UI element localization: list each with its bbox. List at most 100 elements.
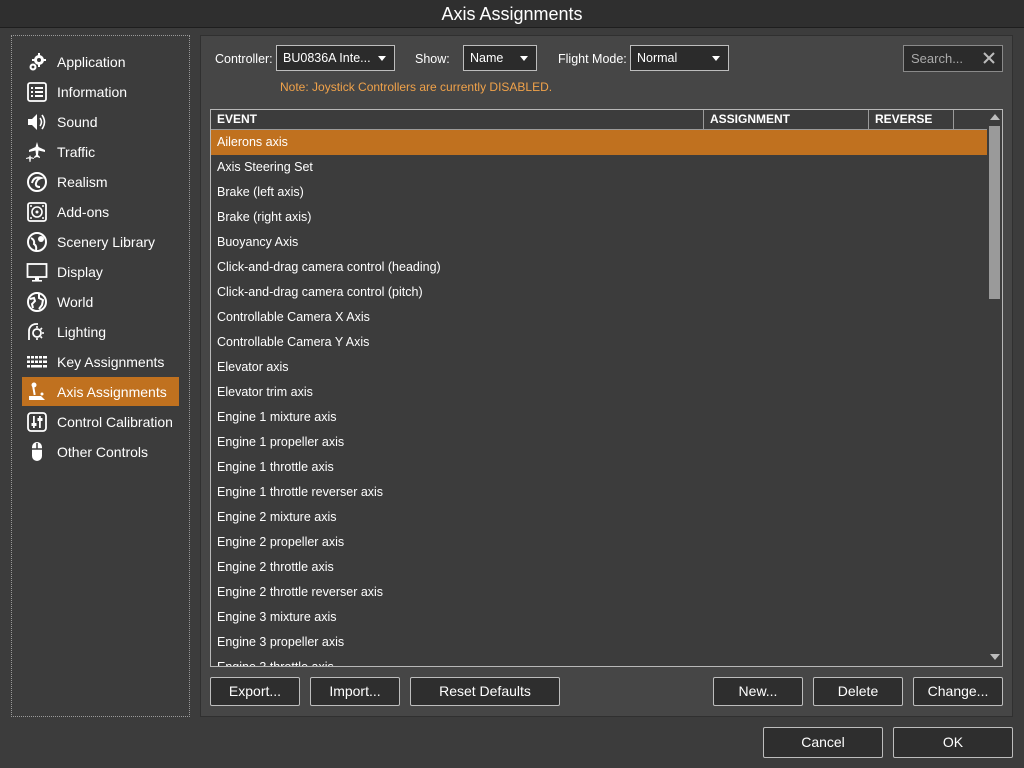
column-header-reverse[interactable]: REVERSE: [869, 110, 954, 129]
table-header: EVENT ASSIGNMENT REVERSE: [211, 110, 988, 130]
chevron-down-icon: [378, 56, 386, 61]
search-input[interactable]: [911, 51, 977, 66]
table-row[interactable]: Axis Steering Set: [211, 155, 988, 180]
flight-mode-dropdown[interactable]: Normal: [630, 45, 729, 71]
table-row[interactable]: Elevator axis: [211, 355, 988, 380]
sidebar-item-other-controls[interactable]: Other Controls: [22, 437, 179, 466]
airplanes-icon: [26, 141, 48, 163]
export-button[interactable]: Export...: [210, 677, 300, 706]
sidebar-item-label: Axis Assignments: [57, 383, 167, 400]
table-row[interactable]: Controllable Camera Y Axis: [211, 330, 988, 355]
chevron-down-icon: [520, 56, 528, 61]
table-row[interactable]: Brake (left axis): [211, 180, 988, 205]
info-list-icon: [26, 81, 48, 103]
speaker-icon: [26, 111, 48, 133]
controller-label: Controller:: [215, 52, 273, 66]
realism-icon: [26, 171, 48, 193]
table-row[interactable]: Elevator trim axis: [211, 380, 988, 405]
ok-button[interactable]: OK: [893, 727, 1013, 758]
sidebar-item-control-calibration[interactable]: Control Calibration: [22, 407, 179, 436]
table-row[interactable]: Ailerons axis: [211, 130, 988, 155]
table-row[interactable]: Click-and-drag camera control (heading): [211, 255, 988, 280]
sidebar-item-display[interactable]: Display: [22, 257, 179, 286]
import-button[interactable]: Import...: [310, 677, 400, 706]
table-row[interactable]: Engine 3 mixture axis: [211, 605, 988, 630]
sidebar-item-axis-assignments[interactable]: Axis Assignments: [22, 377, 179, 406]
sidebar-item-label: Lighting: [57, 323, 107, 340]
joystick-icon: [26, 381, 48, 403]
calibration-icon: [26, 411, 48, 433]
sidebar-item-label: Control Calibration: [57, 413, 173, 430]
show-value: Name: [470, 51, 504, 65]
sidebar-item-label: Scenery Library: [57, 233, 156, 250]
show-dropdown[interactable]: Name: [463, 45, 537, 71]
sidebar-item-label: Application: [57, 53, 126, 70]
sidebar-item-label: Traffic: [57, 143, 96, 160]
sidebar-item-label: Add-ons: [57, 203, 110, 220]
controller-dropdown[interactable]: BU0836A Inte...: [276, 45, 395, 71]
table-row[interactable]: Engine 2 propeller axis: [211, 530, 988, 555]
gear-icon: [26, 51, 48, 73]
sidebar-item-scenery-library[interactable]: Scenery Library: [22, 227, 179, 256]
window-title: Axis Assignments: [0, 0, 1024, 28]
sidebar-item-label: Display: [57, 263, 103, 280]
sidebar-item-key-assignments[interactable]: Key Assignments: [22, 347, 179, 376]
sidebar-item-label: Other Controls: [57, 443, 149, 460]
monitor-icon: [26, 261, 48, 283]
table-row[interactable]: Buoyancy Axis: [211, 230, 988, 255]
sidebar-item-world[interactable]: World: [22, 287, 179, 316]
sidebar-item-lighting[interactable]: Lighting: [22, 317, 179, 346]
sidebar-item-label: Sound: [57, 113, 98, 130]
column-header-assignment[interactable]: ASSIGNMENT: [704, 110, 869, 129]
table-rows: Ailerons axis Axis Steering Set Brake (lef…: [211, 130, 988, 666]
sidebar-item-label: Key Assignments: [57, 353, 165, 370]
table-row[interactable]: Engine 2 throttle reverser axis: [211, 580, 988, 605]
table-row[interactable]: Engine 3 throttle axis: [211, 655, 988, 666]
keyboard-icon: [26, 351, 48, 373]
column-header-event[interactable]: EVENT: [211, 110, 704, 129]
joystick-disabled-note: Note: Joystick Controllers are currently…: [280, 80, 553, 94]
sidebar-item-sound[interactable]: Sound: [22, 107, 179, 136]
cancel-button[interactable]: Cancel: [763, 727, 883, 758]
table-row[interactable]: Brake (right axis): [211, 205, 988, 230]
table-row[interactable]: Engine 1 propeller axis: [211, 430, 988, 455]
sidebar-item-label: Realism: [57, 173, 108, 190]
sidebar-item-realism[interactable]: Realism: [22, 167, 179, 196]
clear-search-button[interactable]: [980, 48, 998, 68]
reset-defaults-button[interactable]: Reset Defaults: [410, 677, 560, 706]
controller-value: BU0836A Inte...: [283, 51, 371, 65]
table-row[interactable]: Click-and-drag camera control (pitch): [211, 280, 988, 305]
sidebar-item-label: World: [57, 293, 94, 310]
delete-button[interactable]: Delete: [813, 677, 903, 706]
lighting-icon: [26, 321, 48, 343]
table-row[interactable]: Engine 1 throttle reverser axis: [211, 480, 988, 505]
table-row[interactable]: Engine 2 mixture axis: [211, 505, 988, 530]
events-table: EVENT ASSIGNMENT REVERSE Ailerons axis Ax…: [210, 109, 1003, 667]
mouse-icon: [26, 441, 48, 463]
chevron-down-icon: [712, 56, 720, 61]
flight-mode-value: Normal: [637, 51, 678, 65]
show-label: Show:: [415, 52, 450, 66]
table-row[interactable]: Engine 2 throttle axis: [211, 555, 988, 580]
scroll-down-arrow-icon[interactable]: [990, 654, 1000, 660]
sidebar-item-application[interactable]: Application: [22, 47, 179, 76]
sidebar-item-information[interactable]: Information: [22, 77, 179, 106]
new-button[interactable]: New...: [713, 677, 803, 706]
world-icon: [26, 291, 48, 313]
table-row[interactable]: Engine 1 mixture axis: [211, 405, 988, 430]
table-row[interactable]: Engine 3 propeller axis: [211, 630, 988, 655]
scroll-up-arrow-icon[interactable]: [990, 114, 1000, 120]
sidebar-item-label: Information: [57, 83, 128, 100]
globe-pin-icon: [26, 231, 48, 253]
sidebar-item-addons[interactable]: Add-ons: [22, 197, 179, 226]
table-row[interactable]: Controllable Camera X Axis: [211, 305, 988, 330]
change-button[interactable]: Change...: [913, 677, 1003, 706]
main-panel: Controller: BU0836A Inte... Show: Name F…: [200, 35, 1013, 717]
sidebar-item-traffic[interactable]: Traffic: [22, 137, 179, 166]
scroll-thumb[interactable]: [989, 126, 1000, 299]
addons-icon: [26, 201, 48, 223]
close-icon: [983, 52, 995, 64]
vertical-scrollbar[interactable]: [987, 110, 1002, 666]
flight-mode-label: Flight Mode:: [558, 52, 627, 66]
table-row[interactable]: Engine 1 throttle axis: [211, 455, 988, 480]
